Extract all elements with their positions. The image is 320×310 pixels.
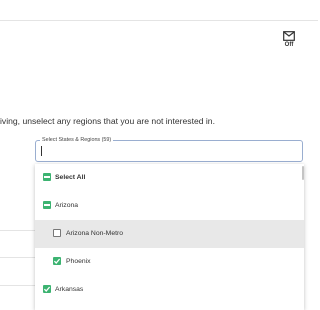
dropdown-scrollbar[interactable] [302, 166, 304, 180]
option-arkansas[interactable]: Arkansas [35, 276, 304, 304]
divider-top [0, 20, 318, 21]
divider-row-3 [0, 285, 36, 286]
checkbox-empty-icon [53, 229, 61, 237]
checkbox-checked-icon [43, 285, 51, 293]
text-caret [41, 146, 42, 156]
option-label: Arizona Non-Metro [66, 230, 124, 237]
region-dropdown: Select All Arizona Arizona Non-Metro Pho… [35, 164, 304, 310]
option-select-all[interactable]: Select All [35, 164, 304, 192]
region-select-label: Select States & Regions (59) [40, 136, 114, 144]
checkbox-partial-icon [43, 201, 51, 209]
region-select-input[interactable]: Select States & Regions (59) [35, 136, 303, 162]
divider-row-2 [0, 257, 36, 258]
mail-status-label: Off [284, 42, 294, 48]
option-label: Select All [55, 174, 86, 181]
option-label: Arkansas [55, 286, 84, 293]
envelope-icon [282, 31, 296, 41]
option-arizona-non-metro[interactable]: Arizona Non-Metro [35, 220, 304, 248]
option-label: Phoenix [66, 258, 91, 265]
option-arizona[interactable]: Arizona [35, 192, 304, 220]
mail-toggle[interactable]: Off [282, 31, 296, 48]
option-label: Arizona [55, 202, 79, 209]
divider-row-1 [0, 230, 36, 231]
instructions-text: iving, unselect any regions that you are… [0, 116, 215, 126]
option-phoenix[interactable]: Phoenix [35, 248, 304, 276]
checkbox-checked-icon [53, 257, 61, 265]
checkbox-partial-icon [43, 173, 51, 181]
